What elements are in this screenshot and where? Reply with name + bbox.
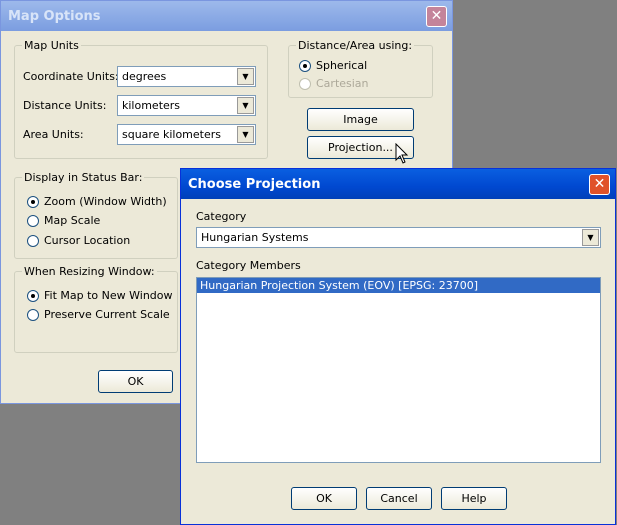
chevron-down-icon[interactable]: ▼ (237, 68, 254, 85)
coordinate-units-select[interactable]: degrees ▼ (117, 66, 256, 87)
group-legend: Distance/Area using: (296, 39, 415, 52)
radio-label: Cartesian (316, 77, 369, 90)
dialog-title: Map Options (8, 9, 101, 24)
distance-units-select[interactable]: kilometers ▼ (117, 95, 256, 116)
area-units-label: Area Units: (23, 128, 84, 141)
distance-area-group: Distance/Area using: Spherical Cartesian (288, 39, 433, 98)
coordinate-units-label: Coordinate Units: (23, 70, 119, 83)
radio-icon (299, 77, 311, 90)
cursor-location-radio[interactable]: Cursor Location (27, 234, 130, 247)
radio-label: Cursor Location (44, 234, 131, 247)
close-button[interactable]: ✕ (589, 174, 610, 195)
radio-label: Spherical (316, 59, 368, 72)
resizing-group: When Resizing Window: Fit Map to New Win… (14, 265, 178, 353)
radio-icon (27, 308, 39, 321)
radio-selected-icon (299, 59, 311, 72)
image-processing-button[interactable]: Image Processing... (307, 108, 414, 147)
radio-icon (27, 214, 39, 227)
dialog-title: Choose Projection (188, 177, 321, 192)
choose-projection-dialog: Choose Projection ✕ Category Hungarian S… (180, 168, 616, 525)
title-bar: Choose Projection (181, 169, 615, 199)
radio-label: Zoom (Window Width) (44, 195, 167, 208)
select-value: square kilometers (122, 128, 221, 141)
cancel-button[interactable]: Cancel (366, 487, 432, 510)
select-value: Hungarian Systems (201, 231, 309, 244)
radio-label: Preserve Current Scale (44, 308, 170, 321)
ok-button[interactable]: OK (291, 487, 357, 510)
select-value: kilometers (122, 99, 181, 112)
ok-button[interactable]: OK (98, 370, 173, 393)
distance-units-label: Distance Units: (23, 99, 107, 112)
group-legend: When Resizing Window: (22, 265, 157, 278)
map-units-group: Map Units Coordinate Units: degrees ▼ Dis… (14, 39, 268, 159)
select-value: degrees (122, 70, 167, 83)
zoom-radio[interactable]: Zoom (Window Width) (27, 195, 167, 208)
cartesian-radio[interactable]: Cartesian (299, 77, 369, 90)
radio-icon (27, 234, 39, 247)
help-button[interactable]: Help (441, 487, 507, 510)
category-label: Category (196, 210, 247, 223)
close-button[interactable]: ✕ (426, 6, 447, 27)
spherical-radio[interactable]: Spherical (299, 59, 367, 72)
radio-selected-icon (27, 195, 39, 208)
radio-label: Fit Map to New Window (44, 289, 173, 302)
fit-map-radio[interactable]: Fit Map to New Window (27, 289, 173, 302)
mouse-cursor-icon (395, 143, 409, 164)
chevron-down-icon[interactable]: ▼ (237, 97, 254, 114)
preserve-scale-radio[interactable]: Preserve Current Scale (27, 308, 170, 321)
list-item[interactable]: Hungarian Projection System (EOV) [EPSG:… (197, 278, 600, 293)
area-units-select[interactable]: square kilometers ▼ (117, 124, 256, 145)
members-label: Category Members (196, 259, 301, 272)
category-select[interactable]: Hungarian Systems ▼ (196, 227, 601, 248)
chevron-down-icon[interactable]: ▼ (237, 126, 254, 143)
chevron-down-icon[interactable]: ▼ (582, 229, 599, 246)
status-bar-group: Display in Status Bar: Zoom (Window Widt… (14, 171, 178, 259)
map-scale-radio[interactable]: Map Scale (27, 214, 100, 227)
title-bar: Map Options (1, 1, 452, 31)
members-list[interactable]: Hungarian Projection System (EOV) [EPSG:… (196, 277, 601, 463)
group-legend: Display in Status Bar: (22, 171, 145, 184)
radio-selected-icon (27, 289, 39, 302)
group-legend: Map Units (22, 39, 81, 52)
radio-label: Map Scale (44, 214, 101, 227)
